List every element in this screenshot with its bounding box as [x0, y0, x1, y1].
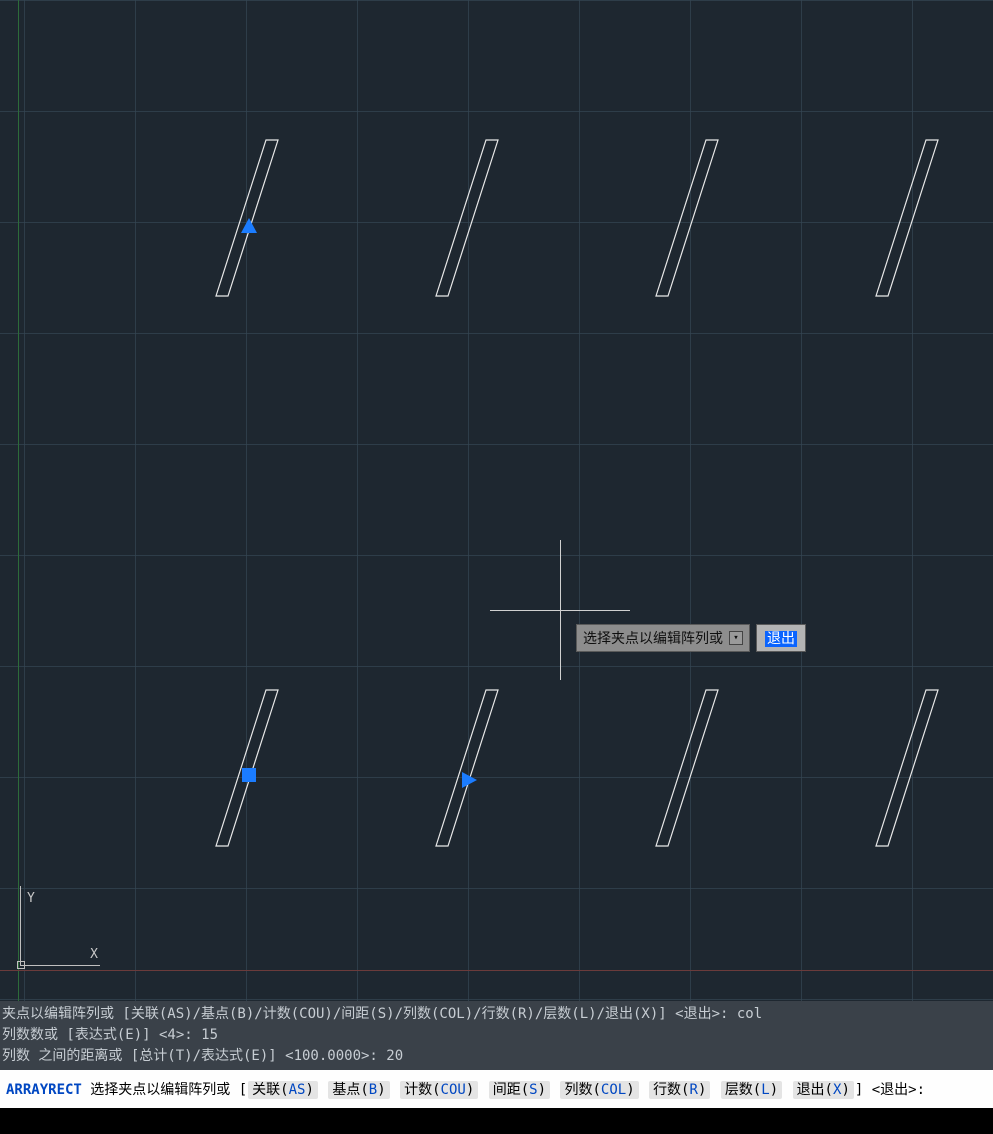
command-prompt: 选择夹点以编辑阵列或	[90, 1082, 230, 1098]
command-option[interactable]: 间距(S)	[489, 1081, 550, 1099]
ucs-x-label: X	[90, 947, 98, 962]
bracket-open: [	[239, 1082, 247, 1098]
ucs-y-label: Y	[27, 891, 35, 906]
gutter-line	[18, 0, 19, 1001]
x-axis-line	[0, 970, 993, 971]
array-item	[436, 140, 498, 296]
array-item	[656, 140, 718, 296]
dynamic-input[interactable]: 选择夹点以编辑阵列或 ▾ 退出	[576, 624, 806, 652]
history-line: 列数数或 [表达式(E)] <4>: 15	[2, 1025, 991, 1046]
command-option[interactable]: 关联(AS)	[248, 1081, 318, 1099]
cursor-crosshair-icon	[490, 540, 630, 680]
command-option[interactable]: 列数(COL)	[560, 1081, 638, 1099]
array-item	[656, 690, 718, 846]
array-item	[436, 690, 498, 846]
array-column-grip-icon[interactable]	[462, 772, 476, 786]
dynamic-input-prompt[interactable]: 选择夹点以编辑阵列或 ▾	[576, 624, 750, 652]
command-option[interactable]: 计数(COU)	[400, 1081, 478, 1099]
command-line[interactable]: ARRAYRECT 选择夹点以编辑阵列或 [关联(AS) 基点(B) 计数(CO…	[0, 1070, 993, 1108]
array-item	[876, 690, 938, 846]
command-name: ARRAYRECT	[6, 1082, 82, 1098]
array-item	[876, 140, 938, 296]
grid-lines	[0, 0, 993, 1001]
dynamic-input-text: 选择夹点以编辑阵列或	[583, 628, 723, 648]
command-option[interactable]: 基点(B)	[328, 1081, 389, 1099]
command-option[interactable]: 行数(R)	[649, 1081, 710, 1099]
drawing-canvas[interactable]: 选择夹点以编辑阵列或 ▾ 退出 Y X	[0, 0, 993, 1001]
history-line: 列数 之间的距离或 [总计(T)/表达式(E)] <100.0000>: 20	[2, 1046, 991, 1067]
bracket-close: ]	[855, 1082, 863, 1098]
array-base-grip-icon[interactable]	[242, 768, 256, 782]
history-line: 夹点以编辑阵列或 [关联(AS)/基点(B)/计数(COU)/间距(S)/列数(…	[2, 1004, 991, 1025]
command-default: <退出>:	[872, 1082, 925, 1098]
dynamic-input-default[interactable]: 退出	[756, 624, 806, 652]
dynamic-input-default-text: 退出	[765, 631, 797, 647]
ucs-icon: Y X	[10, 886, 100, 976]
array-row-grip-icon[interactable]	[241, 218, 255, 232]
options-dropdown-icon[interactable]: ▾	[729, 631, 743, 645]
command-option[interactable]: 退出(X)	[793, 1081, 854, 1099]
command-option[interactable]: 层数(L)	[721, 1081, 782, 1099]
command-history: 夹点以编辑阵列或 [关联(AS)/基点(B)/计数(COU)/间距(S)/列数(…	[0, 1001, 993, 1070]
